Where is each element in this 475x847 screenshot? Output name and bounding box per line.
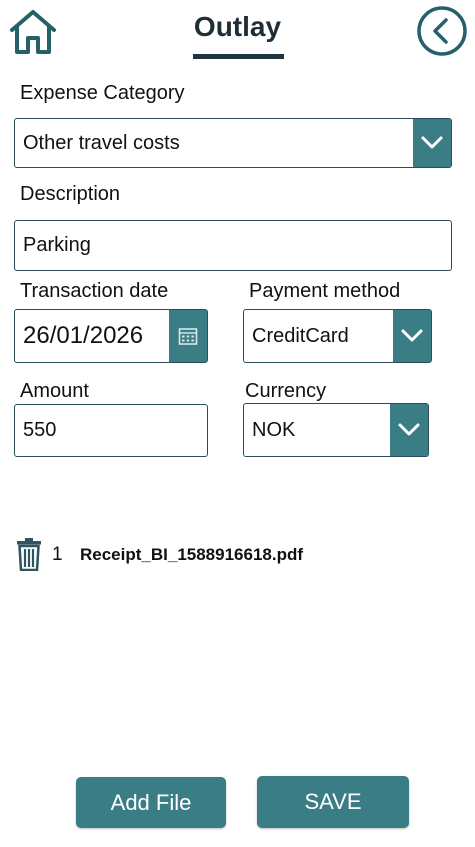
- expense-category-value: Other travel costs: [23, 131, 180, 154]
- trash-icon: [17, 538, 41, 572]
- delete-attachment-button[interactable]: [16, 537, 42, 572]
- amount-label: Amount: [20, 380, 89, 402]
- chevron-down-icon: [421, 136, 443, 149]
- add-file-button[interactable]: Add File: [76, 777, 226, 828]
- attachment-index: 1: [52, 544, 63, 565]
- calendar-button[interactable]: [169, 310, 207, 362]
- currency-select[interactable]: NOK: [243, 403, 429, 457]
- payment-method-label: Payment method: [249, 280, 401, 302]
- description-label: Description: [20, 183, 121, 205]
- expense-category-dropdown-button[interactable]: [413, 119, 451, 167]
- calendar-icon: [178, 328, 198, 345]
- save-button[interactable]: SAVE: [257, 776, 409, 828]
- page-title: Outlay: [193, 11, 282, 42]
- payment-method-select[interactable]: CreditCard: [243, 309, 432, 363]
- currency-dropdown-button[interactable]: [390, 404, 428, 456]
- chevron-left-circle-icon: [417, 6, 467, 56]
- description-value: Parking: [23, 234, 91, 256]
- amount-input[interactable]: 550: [14, 404, 208, 457]
- chevron-down-icon: [401, 329, 423, 342]
- amount-value: 550: [23, 419, 57, 441]
- currency-label: Currency: [245, 380, 327, 402]
- description-input[interactable]: Parking: [14, 220, 452, 271]
- expense-category-label: Expense Category: [20, 82, 185, 104]
- title-underline: [193, 54, 284, 59]
- back-button[interactable]: [416, 5, 468, 57]
- payment-method-dropdown-button[interactable]: [393, 310, 431, 362]
- chevron-down-icon: [398, 423, 420, 436]
- transaction-date-input[interactable]: 26/01/2026: [14, 309, 208, 363]
- transaction-date-label: Transaction date: [20, 280, 169, 302]
- expense-category-select[interactable]: Other travel costs: [14, 118, 452, 168]
- attachment-filename[interactable]: Receipt_BI_1588916618.pdf: [80, 545, 303, 565]
